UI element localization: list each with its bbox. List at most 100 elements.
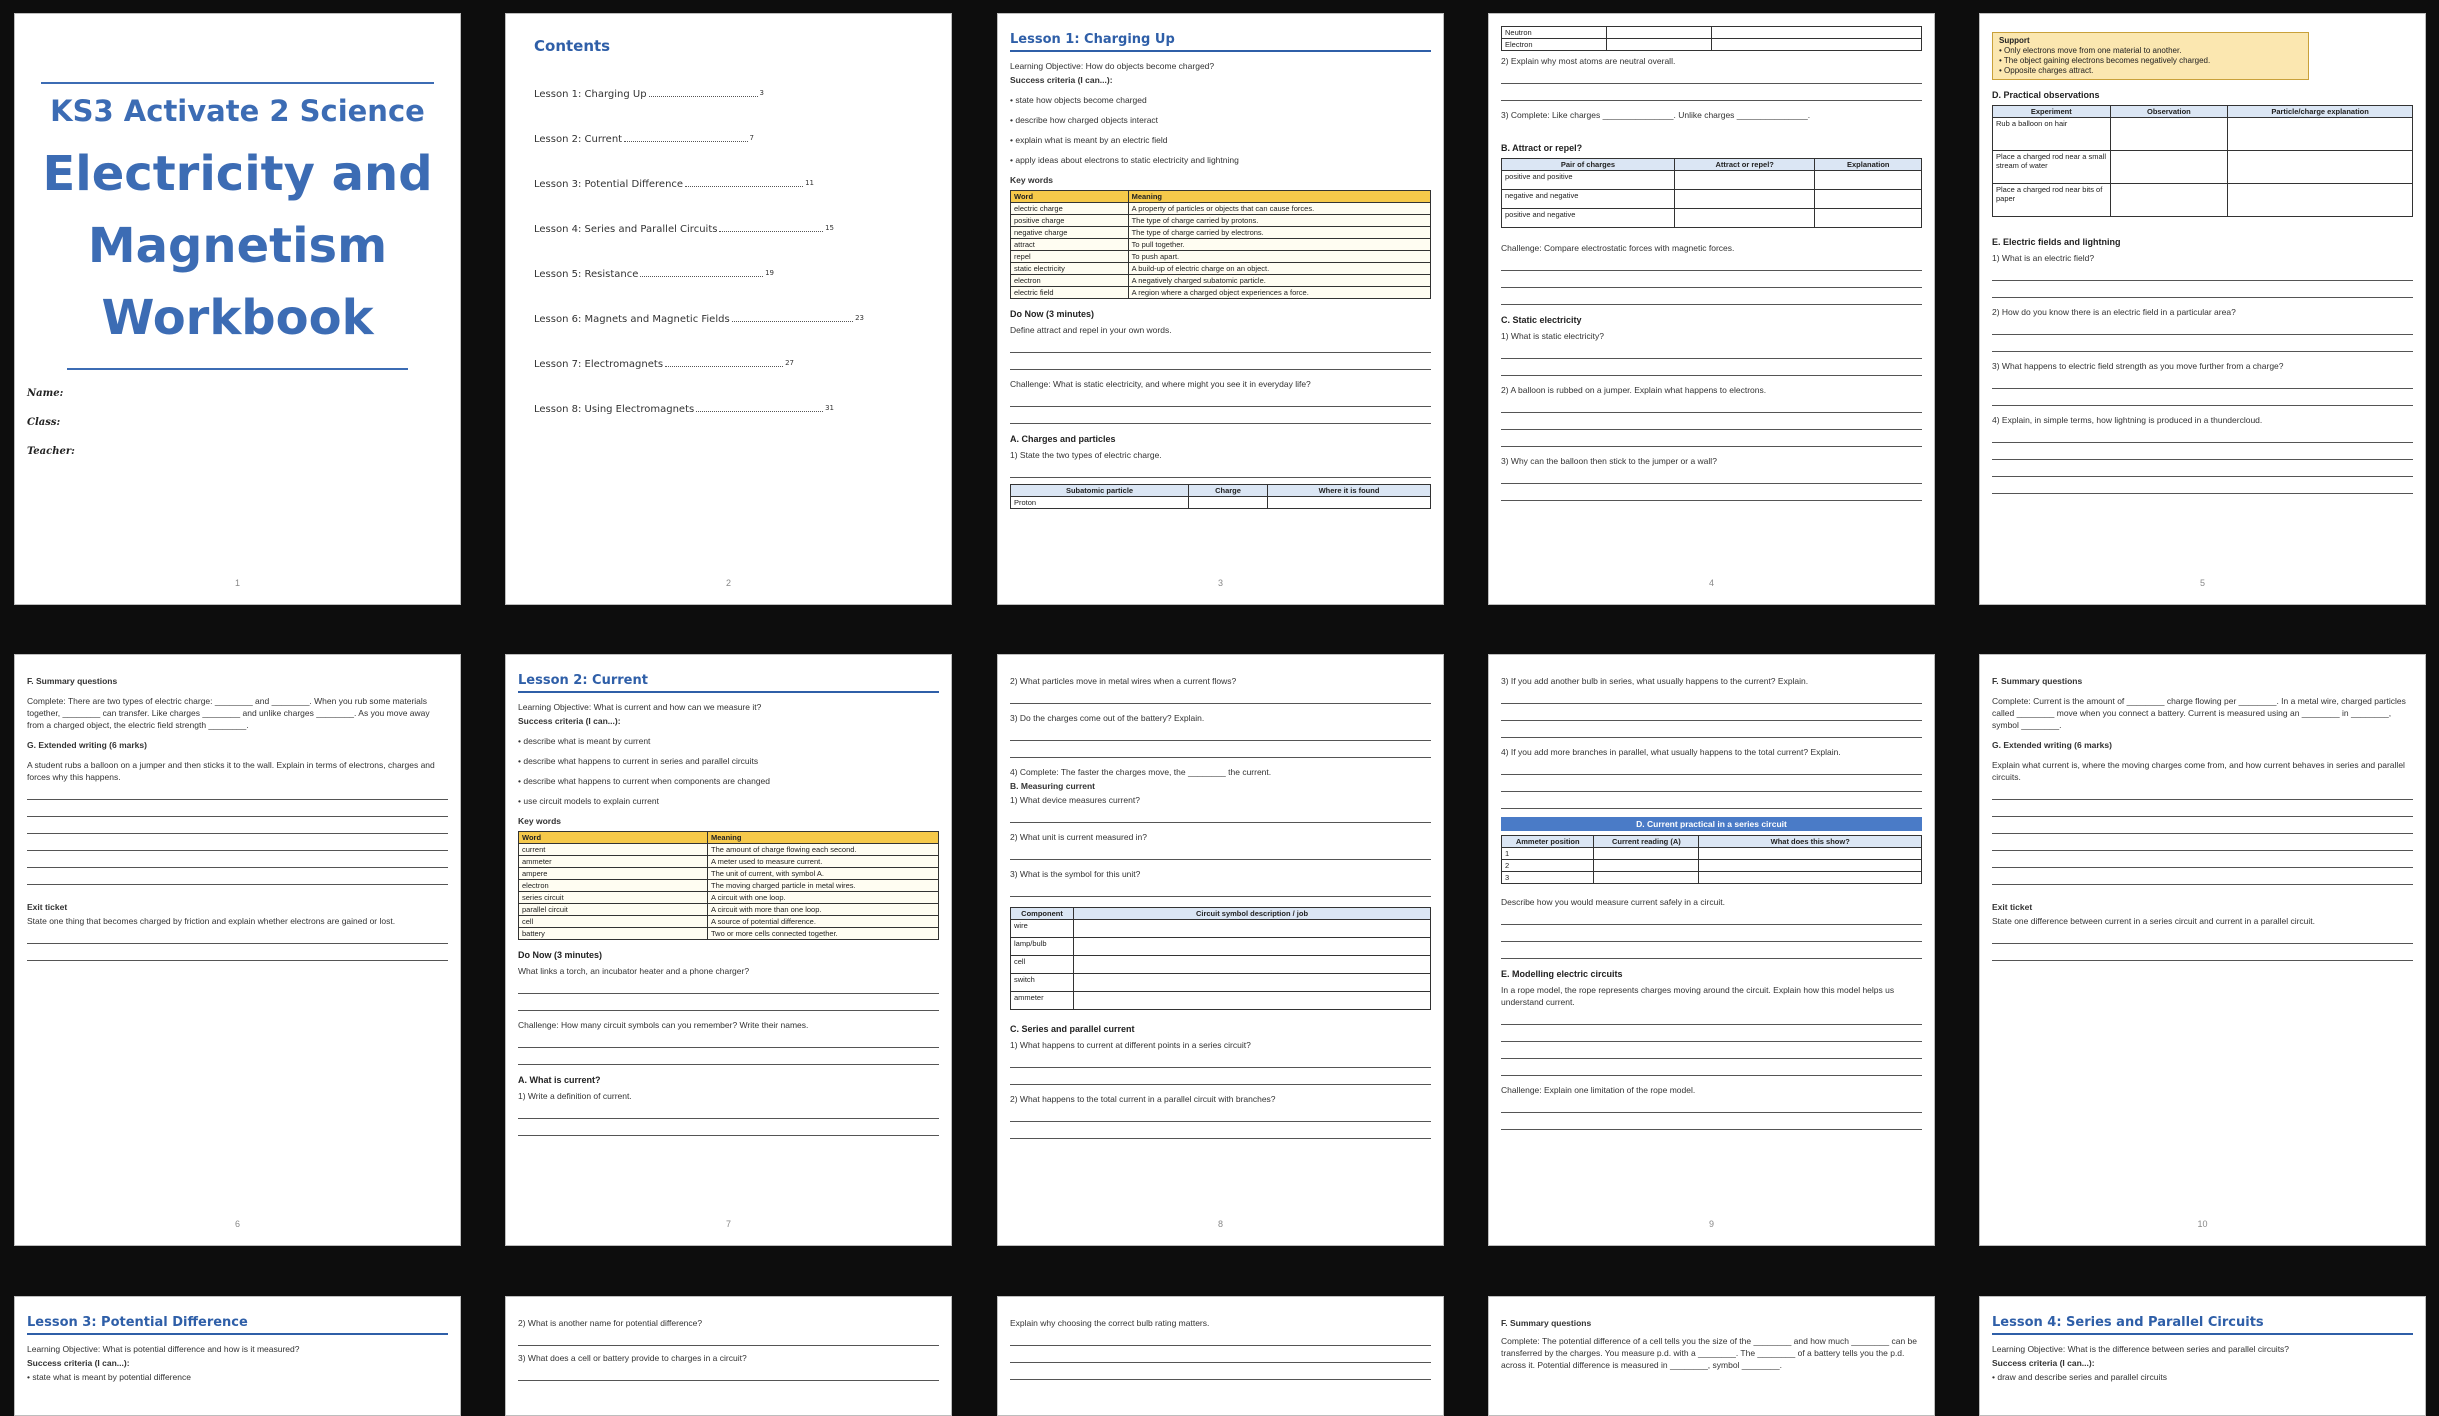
answer-line[interactable]	[27, 819, 448, 834]
answer-line[interactable]	[1010, 1348, 1431, 1363]
table-cell[interactable]	[1266, 496, 1432, 509]
answer-line[interactable]	[1010, 1107, 1431, 1122]
answer-line[interactable]	[1010, 409, 1431, 424]
answer-line[interactable]	[27, 870, 448, 885]
answer-line[interactable]	[1992, 445, 2413, 460]
page-contents[interactable]: Contents Lesson 1: Charging Up 3 Lesson 2:…	[505, 13, 952, 605]
contents-item[interactable]: Lesson 2: Current 7	[534, 134, 754, 145]
page-lesson1-cont[interactable]: Neutron Electron 2) Explain why most ato…	[1488, 13, 1935, 605]
table-cell[interactable]	[1593, 871, 1700, 884]
table-cell[interactable]	[2109, 150, 2229, 184]
answer-line[interactable]	[518, 1050, 939, 1065]
table-cell[interactable]	[1073, 973, 1431, 992]
page-lesson3-bulb[interactable]: Explain why choosing the correct bulb ra…	[997, 1296, 1444, 1416]
answer-line[interactable]	[1010, 463, 1431, 478]
contents-item[interactable]: Lesson 5: Resistance 19	[534, 269, 774, 280]
answer-line[interactable]	[1010, 726, 1431, 741]
answer-line[interactable]	[1010, 338, 1431, 353]
answer-line[interactable]	[1501, 86, 1922, 101]
contents-item[interactable]: Lesson 3: Potential Difference 11	[534, 179, 814, 190]
answer-line[interactable]	[1501, 273, 1922, 288]
answer-line[interactable]	[1992, 870, 2413, 885]
answer-line[interactable]	[1501, 344, 1922, 359]
answer-line[interactable]	[1010, 808, 1431, 823]
answer-line[interactable]	[1501, 361, 1922, 376]
page-lesson2-measuring[interactable]: 2) What particles move in metal wires wh…	[997, 654, 1444, 1246]
answer-line[interactable]	[1501, 1044, 1922, 1059]
answer-line[interactable]	[27, 836, 448, 851]
page-lesson1-summary[interactable]: F. Summary questions Complete: There are…	[14, 654, 461, 1246]
page-lesson3-questions[interactable]: 2) What is another name for potential di…	[505, 1296, 952, 1416]
page-lesson2-summary[interactable]: F. Summary questions Complete: Current i…	[1979, 654, 2426, 1246]
table-cell[interactable]	[1188, 496, 1268, 509]
table-cell[interactable]	[1698, 859, 1922, 872]
answer-line[interactable]	[1992, 819, 2413, 834]
answer-line[interactable]	[1501, 432, 1922, 447]
answer-line[interactable]	[1010, 1365, 1431, 1380]
answer-line[interactable]	[1992, 337, 2413, 352]
answer-line[interactable]	[27, 785, 448, 800]
page-lesson3-start[interactable]: Lesson 3: Potential Difference Learning …	[14, 1296, 461, 1416]
table-cell[interactable]	[2227, 117, 2413, 151]
answer-line[interactable]	[1501, 1027, 1922, 1042]
page-lesson1-practical[interactable]: Support • Only electrons move from one m…	[1979, 13, 2426, 605]
answer-line[interactable]	[1501, 1115, 1922, 1130]
answer-line[interactable]	[1992, 374, 2413, 389]
answer-line[interactable]	[1992, 320, 2413, 335]
answer-line[interactable]	[1992, 785, 2413, 800]
answer-line[interactable]	[1501, 927, 1922, 942]
table-cell[interactable]	[1673, 208, 1816, 228]
page-lesson4-start[interactable]: Lesson 4: Series and Parallel Circuits L…	[1979, 1296, 2426, 1416]
table-cell[interactable]	[2227, 150, 2413, 184]
answer-line[interactable]	[1992, 391, 2413, 406]
table-cell[interactable]	[1814, 189, 1922, 209]
answer-line[interactable]	[1501, 415, 1922, 430]
answer-line[interactable]	[1501, 1010, 1922, 1025]
answer-line[interactable]	[1992, 802, 2413, 817]
answer-line[interactable]	[1501, 290, 1922, 305]
table-cell[interactable]	[1673, 170, 1816, 190]
answer-line[interactable]	[1010, 392, 1431, 407]
answer-line[interactable]	[1501, 1061, 1922, 1076]
table-cell[interactable]	[1073, 937, 1431, 956]
answer-line[interactable]	[1992, 946, 2413, 961]
table-cell[interactable]	[1814, 170, 1922, 190]
page-lesson1-start[interactable]: Lesson 1: Charging Up Learning Objective…	[997, 13, 1444, 605]
answer-line[interactable]	[518, 1033, 939, 1048]
answer-line[interactable]	[1992, 479, 2413, 494]
answer-line[interactable]	[1010, 1331, 1431, 1346]
answer-line[interactable]	[1501, 1098, 1922, 1113]
answer-line[interactable]	[27, 802, 448, 817]
table-cell[interactable]	[1593, 859, 1700, 872]
answer-line[interactable]	[1501, 777, 1922, 792]
contents-item[interactable]: Lesson 1: Charging Up 3	[534, 89, 764, 100]
table-cell[interactable]	[1073, 955, 1431, 974]
answer-line[interactable]	[1501, 794, 1922, 809]
answer-line[interactable]	[1010, 1053, 1431, 1068]
answer-line[interactable]	[1992, 853, 2413, 868]
answer-line[interactable]	[1501, 689, 1922, 704]
answer-line[interactable]	[1992, 462, 2413, 477]
answer-line[interactable]	[518, 1366, 939, 1381]
answer-line[interactable]	[27, 946, 448, 961]
page-lesson2-practical[interactable]: 3) If you add another bulb in series, wh…	[1488, 654, 1935, 1246]
table-cell[interactable]	[1606, 26, 1712, 39]
answer-line[interactable]	[518, 1331, 939, 1346]
table-cell[interactable]	[1593, 847, 1700, 860]
answer-line[interactable]	[1010, 743, 1431, 758]
answer-line[interactable]	[1501, 910, 1922, 925]
page-cover[interactable]: KS3 Activate 2 Science Electricity and M…	[14, 13, 461, 605]
contents-item[interactable]: Lesson 8: Using Electromagnets 31	[534, 404, 834, 415]
table-cell[interactable]	[1711, 38, 1922, 51]
answer-line[interactable]	[518, 1121, 939, 1136]
table-cell[interactable]	[1673, 189, 1816, 209]
answer-line[interactable]	[1010, 1070, 1431, 1085]
page-lesson3-summary[interactable]: F. Summary questions Complete: The poten…	[1488, 1296, 1935, 1416]
answer-line[interactable]	[27, 853, 448, 868]
answer-line[interactable]	[1992, 283, 2413, 298]
table-cell[interactable]	[2109, 183, 2229, 217]
answer-line[interactable]	[1992, 266, 2413, 281]
page-lesson2-start[interactable]: Lesson 2: Current Learning Objective: Wh…	[505, 654, 952, 1246]
answer-line[interactable]	[1992, 929, 2413, 944]
table-cell[interactable]	[1606, 38, 1712, 51]
